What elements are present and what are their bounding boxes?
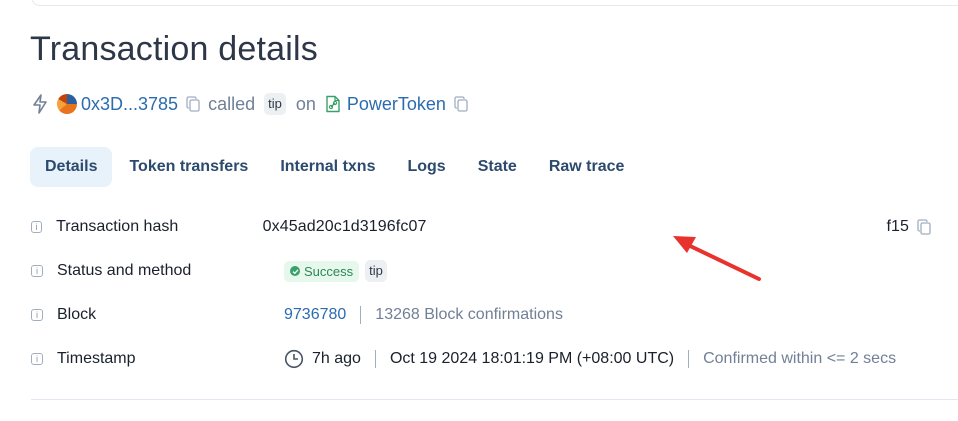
method-tag: tip	[365, 260, 387, 282]
contract-link[interactable]: PowerToken	[347, 94, 446, 115]
timestamp-relative: 7h ago	[312, 350, 361, 367]
hash-prefix: 0x45ad20c1d3196fc07	[262, 218, 427, 235]
confirmed-within: Confirmed within <= 2 secs	[703, 350, 897, 367]
detail-row-hash: i Transaction hash 0x45ad20c1d3196fc07 f…	[31, 205, 931, 249]
section-divider	[31, 399, 958, 400]
tab-token-transfers[interactable]: Token transfers	[114, 147, 263, 187]
bolt-icon	[33, 94, 47, 114]
block-value: 9736780 13268 Block confirmations	[284, 306, 563, 324]
hash-suffix: f15	[886, 218, 909, 235]
details-list: i Transaction hash 0x45ad20c1d3196fc07 f…	[31, 205, 931, 381]
timestamp-absolute: Oct 19 2024 18:01:19 PM (+08:00 UTC)	[389, 350, 675, 367]
tab-internal-txns[interactable]: Internal txns	[265, 147, 390, 187]
on-text: on	[295, 93, 316, 114]
block-confirmations: 13268 Block confirmations	[375, 306, 563, 323]
divider	[360, 306, 362, 324]
clock-icon	[284, 349, 304, 369]
status-text: Success	[304, 263, 354, 279]
tx-summary-line: 0x3D...3785 called tip on PowerToken	[31, 92, 476, 116]
detail-row-status: i Status and method Success tip	[31, 249, 931, 293]
tabs-bar: Details Token transfers Internal txns Lo…	[30, 147, 641, 187]
info-icon[interactable]: i	[31, 309, 43, 321]
info-icon[interactable]: i	[31, 265, 43, 277]
hash-label: Transaction hash	[56, 218, 179, 235]
block-label: Block	[57, 306, 97, 323]
status-value: Success tip	[284, 260, 387, 282]
info-icon[interactable]: i	[31, 221, 43, 233]
tab-logs[interactable]: Logs	[392, 147, 460, 187]
detail-row-block: i Block 9736780 13268 Block confirmation…	[31, 293, 931, 337]
contract-icon	[326, 95, 340, 113]
redacted-hash-segment	[426, 218, 886, 236]
info-icon[interactable]: i	[31, 353, 43, 365]
status-badge: Success	[284, 260, 360, 282]
from-address-link[interactable]: 0x3D...3785	[81, 94, 178, 115]
page-title: Transaction details	[30, 30, 318, 68]
block-number-link[interactable]: 9736780	[284, 306, 346, 324]
timestamp-value: 7h ago Oct 19 2024 18:01:19 PM (+08:00 U…	[284, 349, 896, 369]
timestamp-label: Timestamp	[57, 350, 136, 367]
method-tag: tip	[264, 93, 286, 115]
copy-icon[interactable]	[186, 96, 200, 112]
tab-raw-trace[interactable]: Raw trace	[534, 147, 640, 187]
divider	[688, 350, 690, 368]
top-card-edge	[31, 0, 958, 6]
called-text: called	[208, 93, 256, 114]
hash-value: 0x45ad20c1d3196fc07 f15	[263, 218, 931, 236]
divider	[374, 350, 376, 368]
tab-details[interactable]: Details	[30, 147, 113, 187]
tab-state[interactable]: State	[463, 147, 532, 187]
avatar-icon	[57, 94, 77, 114]
detail-row-timestamp: i Timestamp 7h ago Oct 19 2024 18:01:19 …	[31, 337, 931, 381]
copy-icon[interactable]	[454, 96, 468, 112]
check-icon	[290, 266, 300, 276]
arrow-annotation	[673, 236, 761, 281]
status-label: Status and method	[57, 262, 192, 279]
copy-icon[interactable]	[917, 219, 931, 235]
